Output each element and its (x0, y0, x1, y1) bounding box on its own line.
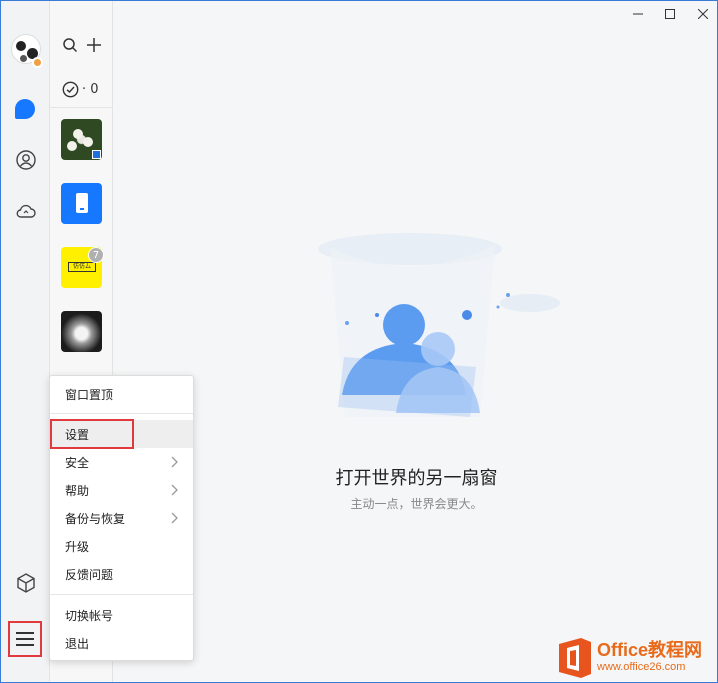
main-menu-popup: 窗口置顶 设置 安全 帮助 备份与恢复 升级 反馈问题 切换帐号 退出 (49, 375, 194, 661)
menu-item-help[interactable]: 帮助 (50, 476, 193, 504)
menu-separator (50, 413, 193, 414)
divider (50, 107, 113, 108)
thumb-label: 仿仿ム (68, 262, 96, 272)
chat-item[interactable] (61, 311, 102, 352)
left-nav (1, 1, 50, 682)
watermark-title: Office教程网 (597, 640, 703, 660)
settings-highlight-box (50, 419, 134, 449)
phone-icon (76, 193, 88, 213)
app-store-icon[interactable] (15, 572, 37, 594)
message-icon[interactable] (15, 99, 37, 121)
app-window: · 0 仿仿ム 7 打开世界的另一扇窗 主动一点，世界会更大。 窗口置顶 设置 … (0, 0, 718, 683)
contacts-icon[interactable] (15, 149, 37, 171)
minimize-icon[interactable] (624, 5, 652, 23)
search-icon[interactable] (62, 37, 78, 53)
chat-item[interactable] (61, 183, 102, 224)
chevron-right-icon (171, 512, 178, 524)
unread-badge: 7 (88, 247, 104, 263)
todo-row[interactable]: · 0 (62, 80, 99, 98)
chevron-right-icon (171, 456, 178, 468)
add-icon[interactable] (86, 37, 102, 53)
menu-item-security[interactable]: 安全 (50, 448, 193, 476)
device-badge-icon (92, 150, 101, 159)
check-circle-icon (62, 81, 79, 97)
close-icon[interactable] (689, 5, 717, 23)
main-menu-button[interactable] (8, 621, 42, 657)
chevron-right-icon (171, 484, 178, 496)
menu-separator (50, 594, 193, 595)
office-logo-icon (559, 638, 591, 678)
cloud-icon[interactable] (15, 200, 37, 222)
menu-item-backup-restore[interactable]: 备份与恢复 (50, 504, 193, 532)
slogan-title: 打开世界的另一扇窗 (335, 468, 498, 489)
menu-item-pin-window[interactable]: 窗口置顶 (50, 380, 193, 408)
main-panel (114, 1, 717, 682)
watermark: Office教程网 www.office26.com (553, 634, 717, 682)
maximize-icon[interactable] (656, 5, 684, 23)
menu-item-exit[interactable]: 退出 (50, 629, 193, 657)
slogan-subtitle: 主动一点，世界会更大。 (350, 497, 483, 511)
watermark-url: www.office26.com (597, 661, 686, 673)
menu-item-feedback[interactable]: 反馈问题 (50, 560, 193, 588)
todo-count: · 0 (82, 81, 99, 97)
hamburger-icon (16, 632, 34, 646)
menu-item-switch-account[interactable]: 切换帐号 (50, 601, 193, 629)
chat-item[interactable] (61, 119, 102, 160)
menu-item-upgrade[interactable]: 升级 (50, 532, 193, 560)
welcome-illustration-icon (290, 227, 570, 427)
status-away-icon[interactable] (32, 57, 43, 68)
